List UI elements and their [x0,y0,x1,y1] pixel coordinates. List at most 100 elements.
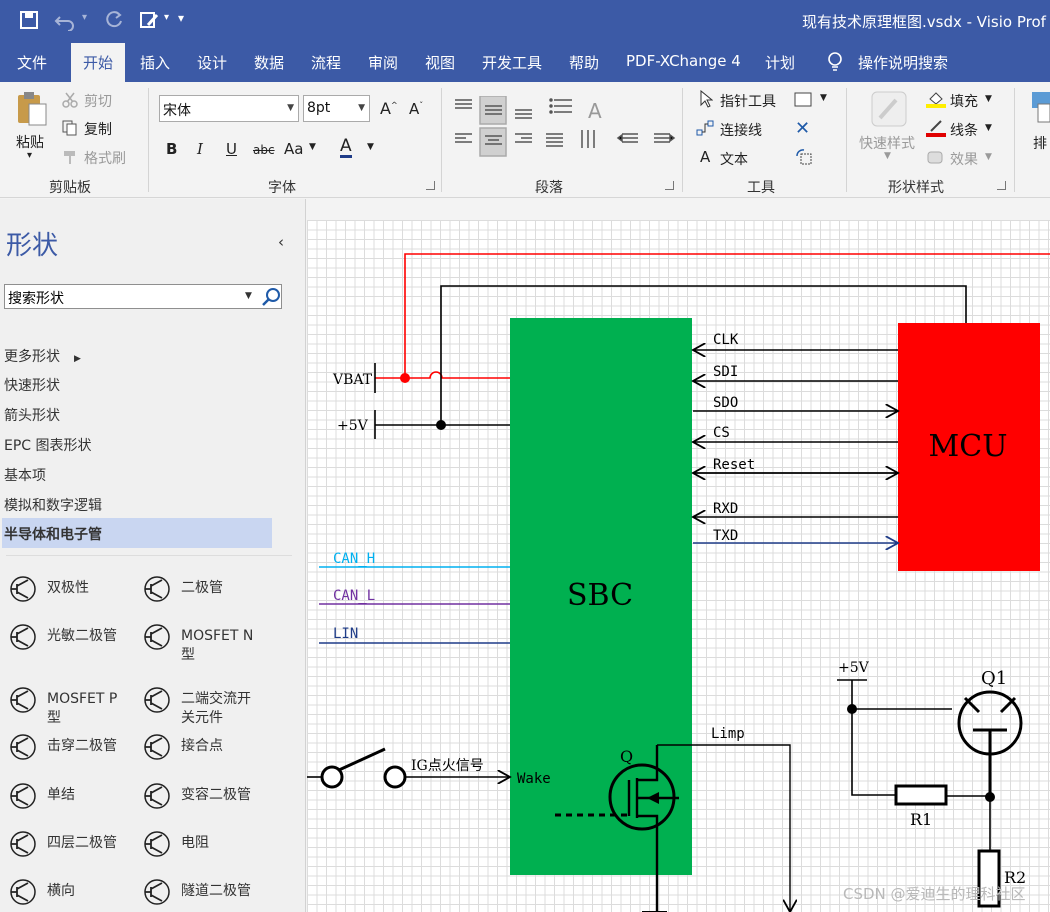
chevron-down-icon[interactable]: ▼ [985,94,992,104]
can-l-label: CAN_L [333,588,375,604]
dialog-launcher-icon[interactable] [426,181,435,190]
quick-styles-label[interactable]: 快速样式 [859,133,915,153]
format-painter-icon[interactable] [138,9,160,31]
shape-label: 光敏二极管 [47,628,117,644]
drawing-canvas[interactable]: VBAT +5V SBC MCU CLK SDI SDO CS Reset RX… [307,220,1050,912]
tab-review[interactable]: 审阅 [368,52,398,73]
switch-contact [383,765,407,789]
tab-view[interactable]: 视图 [425,52,455,73]
shrink-font-icon[interactable]: Aˇ [409,100,423,118]
search-shapes-input[interactable]: 搜索形状 ▼ [4,284,282,309]
font-name-combo[interactable]: 宋体 ▼ [159,95,299,122]
window-title: 现有技术原理框图.vsdx - Visio Prof [802,13,1046,31]
undo-icon[interactable] [54,9,76,31]
format-painter-label[interactable]: 格式刷 [84,148,126,168]
chevron-down-icon[interactable]: ▼ [820,93,827,103]
undo-dropdown-icon[interactable]: ▾ [82,12,87,23]
quick-styles-icon[interactable] [870,90,908,128]
chevron-down-icon[interactable]: ▼ [985,152,992,162]
strikethrough-button[interactable]: abc [253,143,275,157]
paste-dropdown-icon[interactable]: ▾ [27,150,32,161]
divider [6,555,292,556]
cut-icon[interactable] [62,92,78,108]
chevron-down-icon[interactable]: ▼ [367,142,374,152]
connector-icon[interactable] [696,119,714,137]
italic-button[interactable]: I [197,140,203,158]
tab-file[interactable]: 文件 [17,52,47,73]
group-divider [1014,88,1015,192]
format-painter-dropdown-icon[interactable]: ▾ [164,12,169,23]
dialog-launcher-icon[interactable] [665,181,674,190]
fill-icon[interactable] [926,90,946,108]
pointer-icon[interactable] [699,90,713,108]
close-icon[interactable]: ✕ [795,118,810,139]
wake-label: Wake [517,771,551,787]
line-icon[interactable] [926,119,946,137]
arrange-icon[interactable] [1030,90,1050,126]
rotate-text-icon[interactable] [794,148,814,166]
bold-button[interactable]: B [166,140,177,158]
shape-label: 二端交流开 关元件 [181,691,251,726]
connector-tool-label[interactable]: 连接线 [720,120,762,140]
stencil-epc[interactable]: EPC 图表形状 [4,435,92,455]
copy-icon[interactable] [62,120,78,136]
lightbulb-icon [828,52,842,71]
shape-label: 接合点 [181,738,223,754]
tab-insert[interactable]: 插入 [140,52,170,73]
tab-plan[interactable]: 计划 [765,52,795,73]
cut-label[interactable]: 剪切 [84,91,112,111]
tab-process[interactable]: 流程 [311,52,341,73]
redo-icon[interactable] [103,9,125,31]
line-label[interactable]: 线条 [950,120,978,140]
text-tool-label[interactable]: 文本 [720,149,748,169]
mosfet-n-icon [143,623,171,651]
switch-lever [338,747,386,772]
chevron-down-icon[interactable]: ▼ [985,123,992,133]
stencil-logic[interactable]: 模拟和数字逻辑 [4,495,102,515]
diode-icon [143,575,171,603]
stencil-more-shapes[interactable]: 更多形状 ▶ [4,346,81,366]
effects-icon[interactable] [926,148,946,166]
chevron-down-icon: ▼ [358,103,365,113]
chevron-down-icon[interactable]: ▼ [884,151,891,161]
chevron-right-icon: ▶ [74,354,81,364]
pointer-tool-label[interactable]: 指针工具 [720,91,776,111]
font-size-combo[interactable]: 8pt ▼ [303,95,370,122]
rectangle-icon[interactable] [794,92,812,107]
tab-design[interactable]: 设计 [197,52,227,73]
stencil-basic[interactable]: 基本项 [4,465,46,485]
tell-me-search[interactable]: 操作说明搜索 [858,52,948,73]
underline-button[interactable]: U [226,140,237,158]
tab-data[interactable]: 数据 [254,52,284,73]
tab-home[interactable]: 开始 [71,43,125,82]
chevron-down-icon[interactable]: ▼ [245,291,252,301]
save-icon[interactable] [18,9,40,31]
tab-developer[interactable]: 开发工具 [482,52,542,73]
stencil-arrow-shapes[interactable]: 箭头形状 [4,405,60,425]
chevron-down-icon[interactable]: ▼ [309,142,316,152]
tab-pdf-xchange[interactable]: PDF-XChange 4 [626,52,741,70]
paste-icon[interactable] [15,90,49,128]
ig-label: IG点火信号 [411,758,484,774]
text-tool-icon[interactable]: A [700,148,710,166]
arrange-label[interactable]: 排 [1033,133,1047,153]
tab-help[interactable]: 帮助 [569,52,599,73]
stencil-semiconductors[interactable]: 半导体和电子管 [4,524,102,544]
fill-label[interactable]: 填充 [950,91,978,111]
paragraph-align-icons[interactable]: A [452,96,678,160]
change-case-button[interactable]: Aa [284,140,303,158]
ribbon: 粘贴 ▾ 剪切 复制 格式刷 剪贴板 宋体 ▼ 8pt ▼ A^ Aˇ B I U … [0,82,1050,198]
stencil-quick-shapes[interactable]: 快速形状 [4,375,60,395]
search-icon[interactable] [261,287,281,307]
grow-font-icon[interactable]: A^ [380,99,398,118]
paste-label[interactable]: 粘贴 [16,132,44,152]
dialog-launcher-icon[interactable] [997,181,1006,190]
copy-label[interactable]: 复制 [84,119,112,139]
font-group-label: 字体 [268,180,296,196]
customize-icon[interactable]: ▾ [178,11,184,25]
collapse-panel-icon[interactable]: ‹ [278,233,284,251]
effects-label[interactable]: 效果 [950,149,978,169]
format-painter-icon[interactable] [62,149,78,165]
ribbon-tabs: 文件 开始 插入 设计 数据 流程 审阅 视图 开发工具 帮助 PDF-XCha… [0,40,1050,82]
font-color-button[interactable]: A [340,137,352,158]
